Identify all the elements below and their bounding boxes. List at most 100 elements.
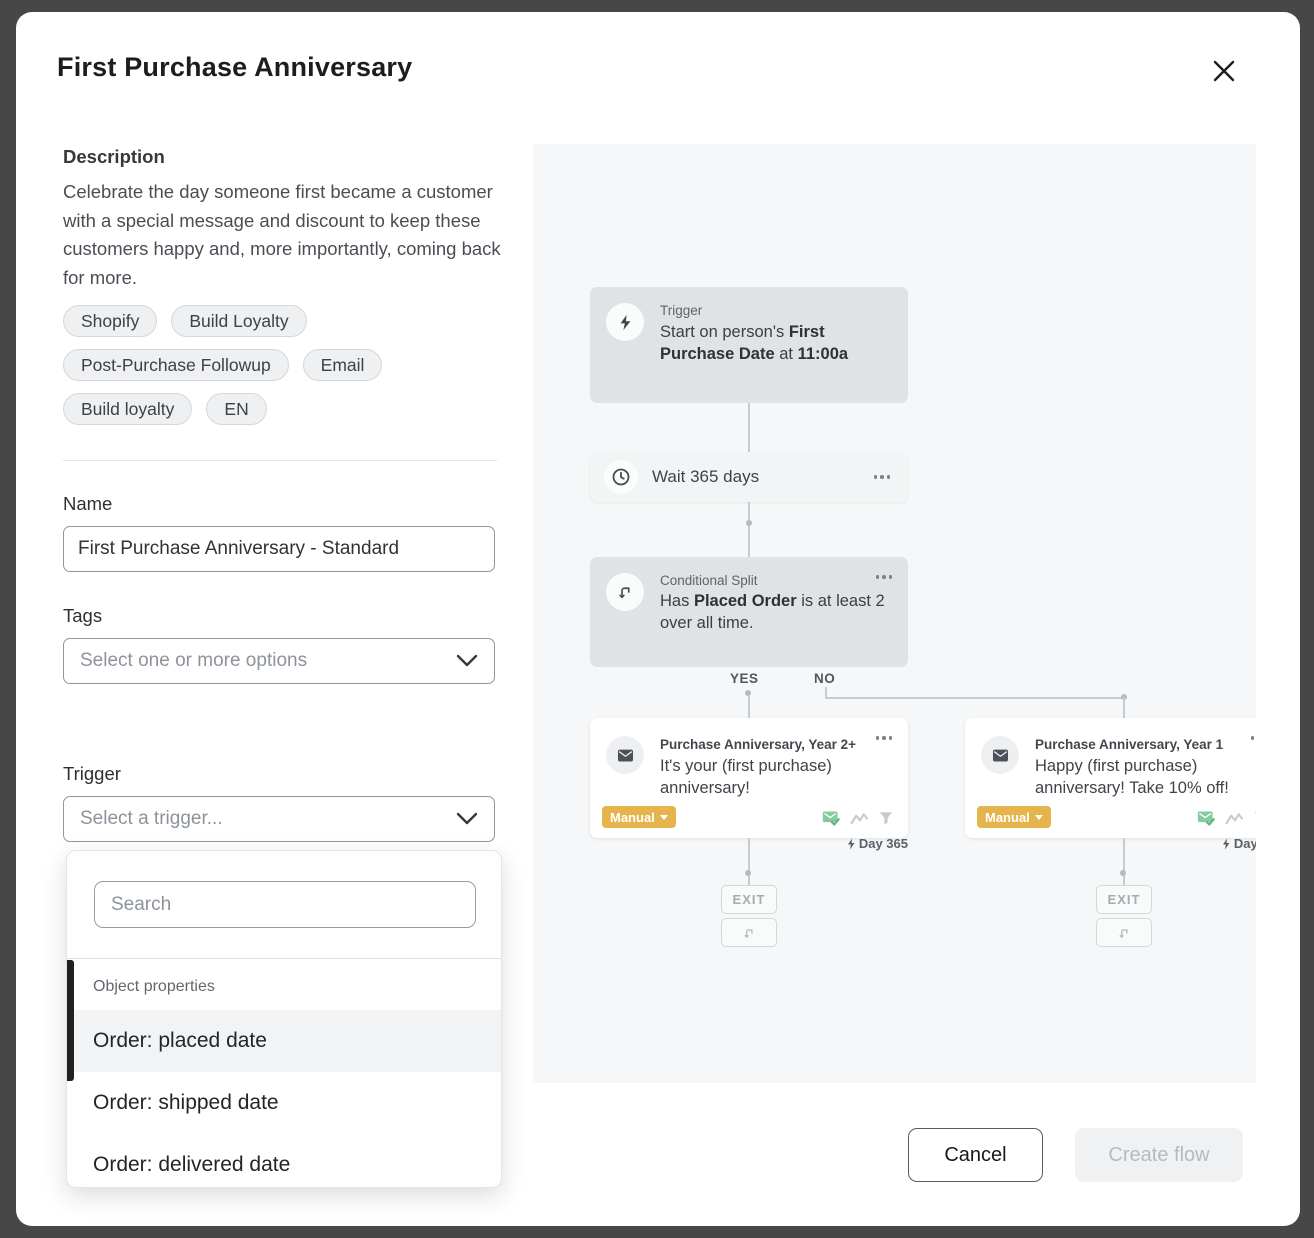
- dropdown-option-order-shipped-date[interactable]: Order: shipped date: [67, 1072, 502, 1134]
- flow-template-modal: First Purchase Anniversary Description C…: [16, 12, 1300, 1226]
- flow-preview-panel: Trigger Start on person's First Purchase…: [533, 144, 1256, 1083]
- clock-icon: [611, 467, 631, 487]
- description-text: Celebrate the day someone first became a…: [63, 178, 511, 292]
- day-label-text: Day 365: [1234, 836, 1256, 851]
- email-card-year2: Purchase Anniversary, Year 2+ It's your …: [590, 718, 908, 838]
- name-input[interactable]: [63, 526, 495, 572]
- yes-branch-label: YES: [730, 671, 759, 686]
- dropdown-option-order-placed-date[interactable]: Order: placed date: [67, 1010, 502, 1072]
- manual-badge-label: Manual: [985, 810, 1030, 825]
- branch-icon: [742, 926, 756, 940]
- branch-icon: [1117, 926, 1131, 940]
- email-icon-circle: [981, 736, 1019, 774]
- page-title: First Purchase Anniversary: [57, 52, 412, 83]
- trigger-text-mid: at: [775, 345, 798, 363]
- filter-icon: [1253, 810, 1256, 826]
- manual-badge[interactable]: Manual: [977, 806, 1051, 828]
- email-sent-icon: [821, 809, 841, 827]
- email-card-body: Happy (first purchase) anniversary! Take…: [1035, 756, 1256, 799]
- node-kind-label: Trigger: [660, 303, 702, 318]
- exit-label: EXIT: [1108, 892, 1141, 907]
- tag-pill: Post-Purchase Followup: [63, 349, 289, 381]
- flow-split-node: Conditional Split Has Placed Order is at…: [590, 557, 908, 667]
- ellipsis-menu-icon[interactable]: [874, 475, 891, 479]
- email-icon-circle: [606, 736, 644, 774]
- split-text-prefix: Has: [660, 592, 694, 610]
- connector-line: [748, 696, 750, 718]
- trigger-node-text: Start on person's First Purchase Date at…: [660, 322, 892, 365]
- trigger-dropdown: Object properties Order: placed date Ord…: [66, 850, 502, 1188]
- manual-badge-label: Manual: [610, 810, 655, 825]
- chevron-down-icon: [456, 812, 478, 826]
- email-status-icons: [821, 809, 894, 827]
- day-365-label: Day 365: [1193, 836, 1256, 851]
- exit-label: EXIT: [733, 892, 766, 907]
- ellipsis-menu-icon[interactable]: [876, 575, 893, 579]
- dropdown-scrollbar[interactable]: [67, 960, 74, 1081]
- tag-pill: EN: [206, 393, 266, 425]
- day-365-label: Day 365: [818, 836, 908, 851]
- tag-pill-list: Shopify Build Loyalty Post-Purchase Foll…: [63, 305, 513, 425]
- search-input[interactable]: [94, 881, 476, 928]
- trigger-icon-circle: [606, 303, 644, 341]
- trigger-option-list: Object properties Order: placed date Ord…: [67, 958, 502, 1187]
- split-node-text: Has Placed Order is at least 2 over all …: [660, 591, 892, 634]
- tags-label: Tags: [63, 605, 102, 627]
- manual-badge[interactable]: Manual: [602, 806, 676, 828]
- tags-select-placeholder: Select one or more options: [80, 650, 456, 672]
- exit-node: EXIT: [721, 885, 777, 914]
- trigger-label: Trigger: [63, 763, 121, 785]
- email-status-icons: [1196, 809, 1256, 827]
- tag-pill: Build Loyalty: [171, 305, 306, 337]
- conditional-split-icon: [616, 583, 634, 601]
- analytics-wave-icon: [850, 811, 869, 826]
- flow-trigger-node: Trigger Start on person's First Purchase…: [590, 287, 908, 403]
- description-label: Description: [63, 146, 165, 168]
- connector-dot: [1120, 870, 1126, 876]
- close-button[interactable]: [1207, 54, 1241, 88]
- trigger-text-time: 11:00a: [798, 345, 848, 363]
- connector-line: [748, 403, 750, 452]
- connector-line: [748, 838, 750, 885]
- tags-select[interactable]: Select one or more options: [63, 638, 495, 684]
- envelope-icon: [991, 746, 1010, 765]
- wait-icon-circle: [604, 460, 638, 494]
- lightning-icon: [846, 838, 856, 850]
- connector-line: [825, 697, 1124, 699]
- name-label: Name: [63, 493, 112, 515]
- email-card-body: It's your (first purchase) anniversary!: [660, 756, 892, 799]
- day-label-text: Day 365: [859, 836, 908, 851]
- caret-down-icon: [660, 815, 668, 820]
- trigger-select[interactable]: Select a trigger...: [63, 796, 495, 842]
- exit-node: EXIT: [1096, 885, 1152, 914]
- connector-line: [748, 502, 750, 557]
- split-text-bold: Placed Order: [694, 592, 797, 610]
- cancel-button[interactable]: Cancel: [908, 1128, 1043, 1182]
- analytics-wave-icon: [1225, 811, 1244, 826]
- trigger-select-placeholder: Select a trigger...: [80, 808, 456, 830]
- chevron-down-icon: [456, 654, 478, 668]
- create-flow-button[interactable]: Create flow: [1075, 1128, 1243, 1182]
- wait-node-text: Wait 365 days: [652, 467, 874, 487]
- ellipsis-menu-icon[interactable]: [876, 736, 893, 740]
- caret-down-icon: [1035, 815, 1043, 820]
- filter-icon: [878, 810, 894, 826]
- trigger-text-prefix: Start on person's: [660, 323, 789, 341]
- ellipsis-menu-icon[interactable]: [1251, 736, 1257, 740]
- split-icon-circle: [606, 573, 644, 611]
- connector-line: [1123, 697, 1125, 718]
- email-sent-icon: [1196, 809, 1216, 827]
- branch-end-node: [721, 918, 777, 947]
- dropdown-section-label: Object properties: [67, 959, 502, 1010]
- tag-pill: Build loyalty: [63, 393, 192, 425]
- email-card-year1: Purchase Anniversary, Year 1 Happy (firs…: [965, 718, 1256, 838]
- dropdown-option-order-delivered-date[interactable]: Order: delivered date: [67, 1134, 502, 1188]
- no-branch-label: NO: [814, 671, 835, 686]
- lightning-icon: [1221, 838, 1231, 850]
- email-card-title: Purchase Anniversary, Year 2+: [660, 737, 870, 752]
- envelope-icon: [616, 746, 635, 765]
- tag-pill: Email: [303, 349, 383, 381]
- branch-end-node: [1096, 918, 1152, 947]
- connector-dot: [746, 520, 752, 526]
- close-icon: [1211, 58, 1237, 84]
